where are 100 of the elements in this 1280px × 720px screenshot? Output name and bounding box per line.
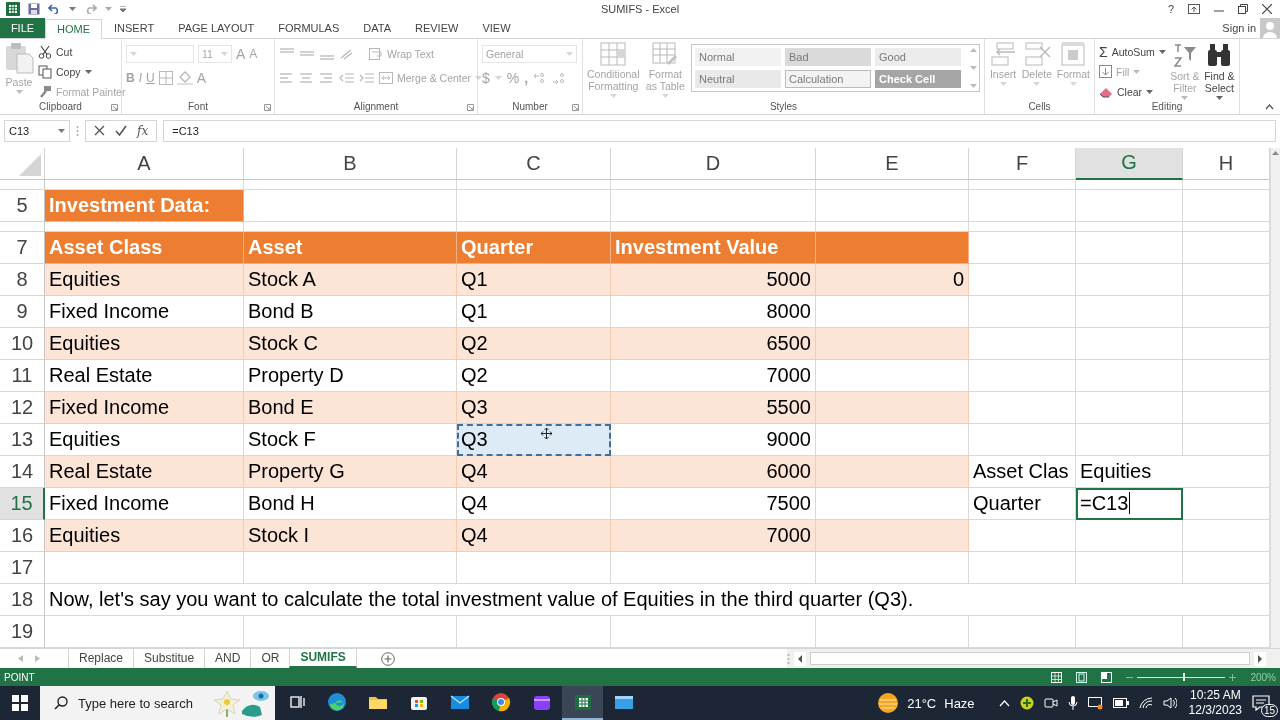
- caret-icon: [58, 128, 65, 133]
- zoom-in-icon[interactable]: [1229, 673, 1237, 681]
- clear-button[interactable]: Clear: [1099, 81, 1166, 102]
- formula-field[interactable]: =C13: [163, 119, 1276, 142]
- row-header[interactable]: 11: [0, 359, 45, 392]
- dialog-launcher-icon[interactable]: [467, 103, 474, 111]
- display-icon[interactable]: [1087, 696, 1103, 710]
- new-sheet-icon[interactable]: [380, 651, 395, 666]
- table-cell: Real Estate: [45, 455, 244, 488]
- dialog-launcher-icon[interactable]: [111, 103, 118, 111]
- caret-icon: [1133, 69, 1141, 74]
- save-icon[interactable]: [28, 2, 40, 15]
- row-header[interactable]: 13: [0, 423, 45, 456]
- dialog-launcher-icon[interactable]: [264, 103, 271, 111]
- normal-view-icon[interactable]: [1051, 671, 1063, 683]
- search-field[interactable]: Type here to search: [40, 686, 275, 720]
- row-header[interactable]: 9: [0, 295, 45, 328]
- ribbon-display-icon[interactable]: [1188, 3, 1200, 14]
- column-header[interactable]: F: [969, 147, 1076, 180]
- cancel-icon[interactable]: [94, 125, 105, 137]
- caret-icon: [1215, 95, 1223, 100]
- table-cell: Q4: [457, 519, 611, 552]
- windows-start-icon[interactable]: [12, 695, 28, 711]
- move-cursor-icon: [541, 427, 552, 439]
- browser-icon: [326, 692, 347, 712]
- sign-in-link[interactable]: Sign in: [1222, 21, 1256, 34]
- table-cell: Q2: [457, 359, 611, 392]
- ribbon-tab[interactable]: VIEW: [470, 17, 523, 38]
- row-header[interactable]: 15: [0, 487, 45, 520]
- column-header[interactable]: B: [244, 147, 457, 180]
- row-header[interactable]: 18: [0, 583, 45, 616]
- name-box[interactable]: C13: [4, 119, 70, 142]
- column-header[interactable]: G: [1076, 147, 1183, 180]
- column-header[interactable]: H: [1183, 147, 1270, 180]
- sheet-tab[interactable]: Replace: [68, 648, 134, 668]
- group-label: Cells: [1028, 101, 1051, 113]
- table-cell: Equities: [45, 327, 244, 360]
- row-header[interactable]: 19: [0, 615, 45, 648]
- close-icon[interactable]: [1262, 3, 1272, 14]
- column-header[interactable]: E: [816, 147, 969, 180]
- zoom-level: 200%: [1250, 671, 1276, 683]
- fill-down-icon: [1099, 65, 1112, 79]
- ribbon-tab[interactable]: FORMULAS: [266, 17, 352, 38]
- column-header[interactable]: C: [457, 147, 611, 180]
- scissors-icon: [38, 44, 52, 59]
- table-cell: Q3: [457, 391, 611, 424]
- table-cell: Equities: [45, 263, 244, 296]
- find-select-button[interactable]: Find & Select: [1203, 41, 1235, 100]
- caret-icon: [970, 47, 977, 52]
- camera-icon[interactable]: [1043, 696, 1058, 710]
- ribbon-tab[interactable]: PAGE LAYOUT: [166, 17, 267, 38]
- ribbon-tab[interactable]: REVIEW: [403, 17, 471, 38]
- caret-icon: [1069, 81, 1077, 86]
- table-cell: Property D: [244, 359, 457, 392]
- scroll-left-icon[interactable]: [793, 651, 806, 666]
- page-layout-icon[interactable]: [1076, 671, 1088, 683]
- undo-icon[interactable]: [48, 3, 61, 15]
- zoom-slider-thumb[interactable]: [1183, 673, 1186, 682]
- active-cell[interactable]: =C13: [1076, 487, 1183, 520]
- help-button[interactable]: ?: [1167, 2, 1174, 15]
- sigma-icon: Σ: [1099, 43, 1108, 60]
- ribbon-tab[interactable]: INSERT: [102, 17, 167, 38]
- copy-button[interactable]: Copy: [38, 61, 126, 82]
- wifi-icon[interactable]: [1138, 697, 1153, 709]
- add-circle-icon[interactable]: [1019, 696, 1034, 710]
- restore-icon[interactable]: [1238, 3, 1248, 14]
- speaker-icon[interactable]: [1162, 697, 1177, 709]
- sheet-tab[interactable]: AND: [204, 648, 251, 668]
- row-header[interactable]: 17: [0, 551, 45, 584]
- table-cell: Stock C: [244, 327, 457, 360]
- group-label: Styles: [769, 101, 798, 113]
- chevron-up-icon[interactable]: [998, 699, 1010, 707]
- weather-text: Haze: [944, 695, 975, 711]
- insert-function-button[interactable]: fx: [137, 123, 149, 138]
- sheet-tab[interactable]: OR: [250, 648, 290, 668]
- enter-icon[interactable]: [115, 125, 127, 137]
- collapse-ribbon-icon[interactable]: [1265, 103, 1274, 110]
- column-header[interactable]: A: [45, 147, 244, 180]
- cut-button[interactable]: Cut: [38, 41, 126, 62]
- customize-icon[interactable]: [120, 5, 126, 12]
- autosum-button[interactable]: Σ AutoSum: [1099, 41, 1166, 62]
- scroll-right-icon[interactable]: [1254, 651, 1266, 666]
- caret-icon: [1181, 95, 1189, 100]
- table-cell: Equities: [45, 423, 244, 456]
- microphone-icon[interactable]: [1067, 696, 1078, 710]
- scrollbar-thumb[interactable]: [809, 652, 1250, 666]
- table-cell: Asset: [244, 231, 457, 264]
- table-cell: 0: [816, 263, 969, 296]
- file-tab[interactable]: FILE: [0, 17, 45, 38]
- ribbon-tab[interactable]: DATA: [351, 17, 403, 38]
- table-cell: Stock F: [244, 423, 457, 456]
- page-break-icon[interactable]: [1101, 671, 1113, 683]
- scroll-up-icon[interactable]: [1272, 150, 1279, 155]
- dialog-launcher-icon[interactable]: [572, 103, 579, 111]
- ribbon-tab[interactable]: HOME: [45, 18, 102, 39]
- column-header[interactable]: D: [611, 147, 816, 180]
- battery-icon[interactable]: [1112, 698, 1129, 708]
- text-cursor: [1129, 492, 1131, 515]
- table-cell: 8000: [611, 295, 816, 328]
- sheet-tab[interactable]: Substitue: [133, 648, 205, 668]
